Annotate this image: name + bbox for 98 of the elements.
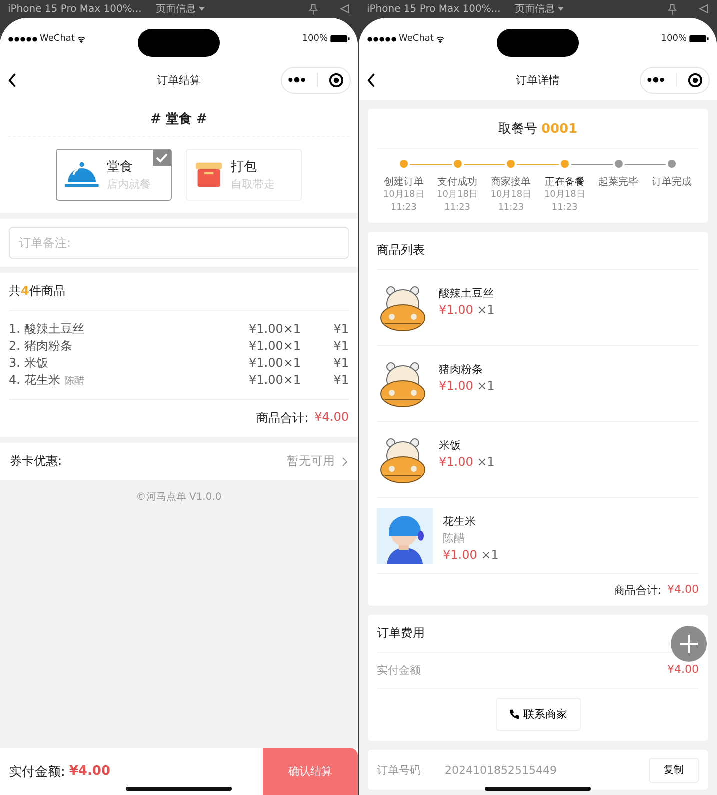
signal-icon — [8, 36, 38, 42]
item-name: 1. 酸辣土豆丝 — [9, 321, 84, 338]
fee-amount: ¥4.00 — [668, 663, 699, 678]
wifi-icon — [76, 36, 86, 42]
coupon-status: 暂无可用 — [287, 453, 335, 470]
coupon-label: 券卡优惠: — [10, 453, 62, 470]
step-label: 商家接单 — [491, 176, 532, 189]
option-title: 打包 — [231, 159, 258, 176]
cloche-icon — [65, 161, 99, 189]
payable-label: 实付金额: — [9, 764, 66, 780]
close-icon[interactable] — [329, 72, 344, 88]
pickup-number: 0001 — [541, 122, 578, 137]
step-time: 11:23 — [552, 202, 578, 215]
device-label: iPhone 15 Pro Max 100%... — [367, 4, 502, 14]
add-icon[interactable] — [671, 626, 707, 662]
signal-icon — [367, 36, 397, 42]
box-icon — [195, 161, 223, 189]
payable-amount: ¥4.00 — [69, 764, 111, 779]
page-info-menu[interactable]: 页面信息 — [156, 2, 287, 16]
more-icon[interactable] — [288, 77, 306, 83]
item-price: ¥1.00×1 — [249, 339, 302, 353]
close-icon[interactable] — [688, 72, 704, 88]
step-date: 10月18日 — [437, 189, 478, 202]
order-number: 2024101852515449 — [445, 764, 557, 776]
step-time: 11:23 — [444, 202, 470, 215]
item-spec: 陈醋 — [64, 374, 84, 388]
item-quantity: ×1 — [477, 379, 495, 393]
battery-percent: 100% — [661, 34, 687, 44]
item-name: 花生米 — [443, 514, 477, 529]
send-icon[interactable] — [340, 4, 350, 14]
page-info-menu[interactable]: 页面信息 — [515, 2, 646, 16]
option-title: 堂食 — [107, 159, 134, 176]
item-quantity: ×1 — [477, 303, 495, 317]
item-total: ¥1 — [332, 339, 349, 353]
item-total: ¥1 — [332, 373, 349, 387]
subtotal-amount: ¥4.00 — [314, 410, 349, 426]
battery-icon — [330, 35, 350, 43]
step-time: 11:23 — [390, 202, 417, 215]
send-icon[interactable] — [699, 4, 709, 14]
fee-label: 实付金额 — [377, 663, 421, 678]
item-price: ¥1.00×1 — [249, 373, 302, 387]
step-label: 订单完成 — [652, 176, 692, 189]
item-quantity: ×1 — [481, 548, 499, 562]
item-total: ¥1 — [332, 322, 349, 336]
chevron-icon — [342, 456, 348, 466]
item-quantity: ×1 — [477, 455, 495, 469]
remark-field[interactable]: 订单备注: — [9, 227, 349, 259]
step-label: 支付成功 — [438, 176, 478, 189]
item-name: 猪肉粉条 — [439, 362, 484, 377]
coupon-row[interactable]: 券卡优惠: 暂无可用 — [0, 443, 358, 480]
item-price: ¥1.00×1 — [249, 322, 302, 336]
caret-icon — [558, 7, 564, 11]
back-icon[interactable] — [8, 72, 17, 88]
order-number-label: 订单号码 — [377, 762, 422, 778]
step-date: 10月18日 — [490, 189, 532, 202]
step-date: 10月18日 — [544, 189, 586, 202]
battery-icon — [689, 35, 709, 43]
section-title: 商品列表 — [377, 232, 699, 270]
item-price: ¥1.00 — [439, 455, 474, 469]
step-time: 11:23 — [498, 202, 524, 215]
subtotal-amount: ¥4.00 — [668, 583, 699, 598]
pickup-label: 取餐号 — [498, 122, 538, 137]
carrier-label: WeChat — [40, 34, 75, 44]
item-price: ¥1.00 — [439, 303, 474, 317]
item-name: 酸辣土豆丝 — [439, 286, 495, 301]
back-icon[interactable] — [367, 72, 376, 88]
item-name: 2. 猪肉粉条 — [9, 338, 72, 355]
device-label: iPhone 15 Pro Max 100%... — [8, 4, 143, 14]
dining-mode-heading: # 堂食 # — [150, 111, 208, 128]
step-label: 正在备餐 — [544, 176, 585, 189]
version-label: ©河马点单 V1.0.0 — [135, 490, 223, 504]
contact-merchant-button[interactable]: 联系商家 — [496, 698, 580, 731]
page-title: 订单结算 — [156, 72, 202, 88]
step-label: 起菜完毕 — [598, 176, 639, 189]
page-title: 订单详情 — [515, 72, 561, 88]
item-count: 共4件商品 — [9, 283, 66, 300]
caret-icon — [199, 7, 205, 11]
subtotal-label: 商品合计: — [614, 583, 662, 598]
step-date: 10月18日 — [383, 189, 424, 202]
phone-icon — [508, 709, 520, 720]
wifi-icon — [436, 36, 445, 42]
check-icon — [153, 150, 171, 166]
battery-percent: 100% — [302, 34, 328, 44]
item-name: 4. 花生米 — [9, 372, 60, 389]
item-price: ¥1.00×1 — [249, 356, 302, 370]
item-price: ¥1.00 — [439, 379, 474, 393]
item-name: 3. 米饭 — [9, 355, 48, 372]
step-label: 创建订单 — [384, 176, 424, 189]
pin-icon[interactable] — [309, 4, 318, 14]
item-name: 米饭 — [439, 438, 462, 453]
subtotal-label: 商品合计: — [256, 410, 309, 427]
copy-button[interactable]: 复制 — [649, 758, 699, 782]
more-icon[interactable] — [646, 77, 665, 83]
pin-icon[interactable] — [668, 4, 677, 14]
carrier-label: WeChat — [399, 34, 434, 44]
item-price: ¥1.00 — [443, 548, 478, 562]
item-total: ¥1 — [332, 356, 349, 370]
item-spec: 陈醋 — [443, 531, 466, 546]
